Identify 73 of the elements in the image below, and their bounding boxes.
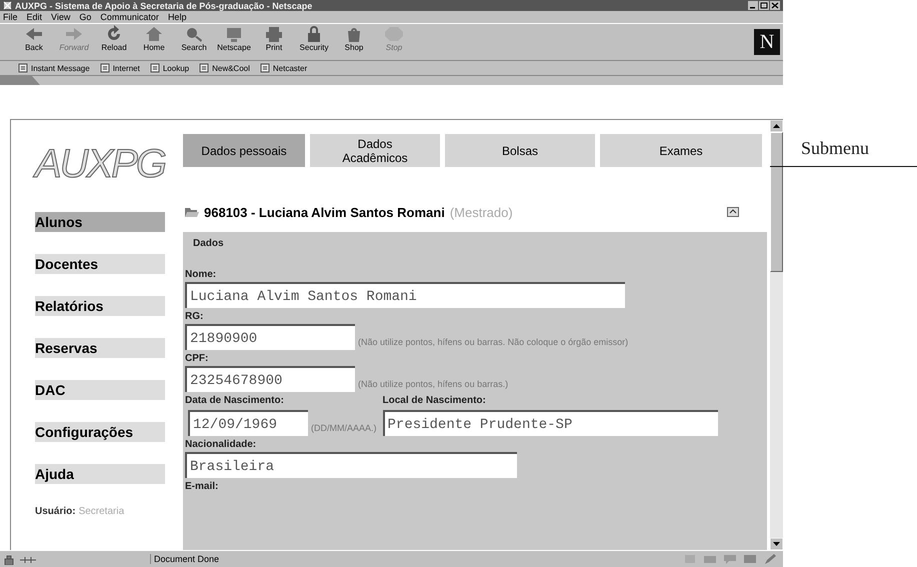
input-field[interactable]: Presidente Prudente-SP (382, 410, 718, 436)
toolbar-button[interactable]: Netscape (214, 25, 254, 59)
field-label: E-mail: (185, 481, 218, 494)
user-name: Secretaria (78, 506, 124, 517)
window-title: AUXPG - Sistema de Apoio à Secretaria de Pós-graduação - Netscape (15, 0, 312, 10)
toolbar-button[interactable]: Home (134, 25, 174, 59)
submenu-tab[interactable]: Dados Acadêmicos (310, 134, 440, 167)
user-label: Usuário: (35, 506, 76, 517)
bookmark-button[interactable]: Netcaster (260, 63, 308, 73)
input-field[interactable]: Luciana Alvim Santos Romani (185, 282, 625, 308)
status-text: Document Done (150, 554, 220, 564)
field-label: RG: (185, 311, 204, 324)
field-hint: (Não utilize pontos, hífens ou barras. Não coloque o órgão emissor) (358, 337, 628, 349)
field-hint: (Não utilize pontos, hífens ou barras.) (358, 379, 508, 391)
restore-icon[interactable] (759, 1, 769, 10)
menu-item[interactable]: File (3, 12, 18, 22)
field-label: Nacionalidade: (185, 439, 258, 452)
bookmark-icon (100, 63, 110, 73)
sidebar-item[interactable]: Ajuda (35, 464, 165, 484)
submenu-tab[interactable]: Exames (600, 134, 762, 167)
field-label: CPF: (185, 353, 210, 366)
sidebar-item[interactable]: DAC (35, 380, 165, 400)
input-field[interactable]: Brasileira (185, 452, 517, 478)
toolbar-button[interactable]: Search (174, 25, 214, 59)
browser-logo[interactable]: N (754, 29, 780, 55)
bookmark-button[interactable]: Instant Message (18, 63, 90, 73)
submenu-tab[interactable]: Dados pessoais (183, 134, 305, 167)
minimize-icon[interactable] (748, 1, 758, 10)
bookmark-icon (199, 63, 210, 73)
program-label: (Mestrado) (450, 204, 513, 220)
sidebar-item[interactable]: Relatórios (35, 296, 165, 316)
menu-item[interactable]: Help (168, 12, 186, 22)
sidebar-item[interactable]: Docentes (35, 254, 165, 274)
sidebar-item[interactable]: Reservas (35, 338, 165, 358)
app-icon (3, 1, 12, 10)
student-name: 968103 - Luciana Alvim Santos Romani (204, 204, 445, 220)
bookmark-icon (18, 63, 28, 73)
menu-item[interactable]: Go (79, 12, 92, 22)
input-field[interactable]: 21890900 (185, 324, 355, 350)
bookmark-button[interactable]: Internet (100, 63, 140, 73)
annotation-label: Submenu (801, 138, 870, 159)
small-window-icon[interactable] (727, 207, 739, 217)
toolbar-button[interactable]: Reload (94, 25, 134, 59)
toolbar-button[interactable]: Back (14, 25, 54, 59)
close-icon[interactable] (770, 1, 780, 10)
submenu-tab[interactable]: Bolsas (445, 134, 595, 167)
toolbar-button[interactable]: Print (254, 25, 294, 59)
field-hint: (DD/MM/AAAA.) (311, 423, 377, 435)
stop-icon (383, 25, 405, 43)
bookmark-icon (260, 63, 270, 73)
field-label: Nome: (185, 269, 218, 282)
scroll-up-icon[interactable] (770, 120, 783, 132)
site-logo: AUXPG (35, 142, 166, 188)
section-title: Dados (192, 238, 225, 249)
bookmark-button[interactable]: New&Cool (199, 63, 250, 73)
menu-item[interactable]: View (51, 12, 70, 22)
field-label: Local de Nascimento: (382, 395, 487, 408)
menu-item[interactable]: Communicator (100, 12, 159, 22)
sidebar-item[interactable]: Alunos (35, 212, 165, 232)
input-field[interactable]: 23254678900 (185, 366, 355, 392)
scroll-down-icon[interactable] (770, 538, 783, 550)
toolbar-button[interactable]: Shop (334, 25, 374, 59)
folder-icon (185, 206, 199, 218)
field-label: Data de Nascimento: (185, 395, 285, 408)
lock-icon (2, 554, 16, 564)
scrollbar[interactable] (770, 120, 783, 550)
sidebar-item[interactable]: Configurações (35, 422, 165, 442)
toolbar-button[interactable]: Security (294, 25, 334, 59)
bookmark-button[interactable]: Lookup (150, 63, 190, 73)
bookmark-icon (150, 63, 160, 73)
menu-item[interactable]: Edit (26, 12, 42, 22)
input-field[interactable]: 12/09/1969 (188, 410, 308, 436)
connection-icon (20, 554, 36, 564)
